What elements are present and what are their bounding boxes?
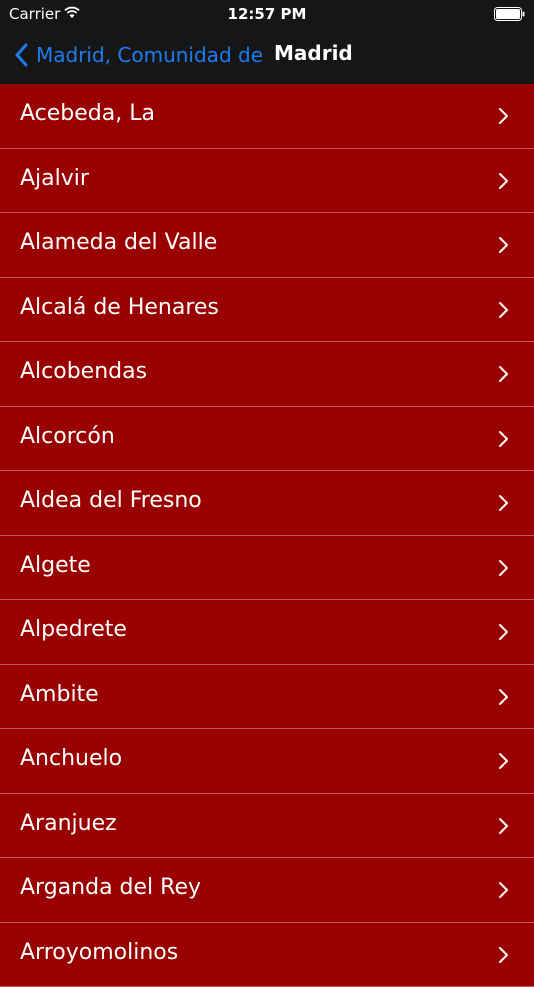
chevron-right-icon [498, 364, 509, 389]
list-item[interactable]: Alcalá de Henares [0, 278, 534, 343]
list-item-label: Algete [20, 553, 91, 578]
back-button[interactable]: Madrid, Comunidad de [14, 40, 263, 70]
list-item[interactable]: Ajalvir [0, 149, 534, 214]
list-item-label: Aldea del Fresno [20, 488, 202, 513]
chevron-right-icon [498, 751, 509, 776]
navigation-bar: Madrid, Comunidad de Madrid [0, 28, 534, 84]
list-item[interactable]: Arganda del Rey [0, 858, 534, 923]
chevron-right-icon [498, 945, 509, 970]
chevron-right-icon [498, 171, 509, 196]
chevron-left-icon [14, 43, 28, 67]
chevron-right-icon [498, 558, 509, 583]
list-item[interactable]: Alpedrete [0, 600, 534, 665]
list-item[interactable]: Alameda del Valle [0, 213, 534, 278]
page-title: Madrid [274, 41, 353, 65]
chevron-right-icon [498, 622, 509, 647]
chevron-right-icon [498, 687, 509, 712]
chevron-right-icon [498, 300, 509, 325]
list-item-label: Arganda del Rey [20, 875, 201, 900]
chevron-right-icon [498, 106, 509, 131]
battery-icon [494, 7, 526, 25]
list-item[interactable]: Acebeda, La [0, 84, 534, 149]
list-item[interactable]: Aldea del Fresno [0, 471, 534, 536]
chevron-right-icon [498, 816, 509, 841]
list-item-label: Alpedrete [20, 617, 127, 642]
back-button-label: Madrid, Comunidad de [36, 43, 263, 67]
list-item-label: Anchuelo [20, 746, 122, 771]
list-item-label: Alameda del Valle [20, 230, 217, 255]
chevron-right-icon [498, 235, 509, 260]
list-item[interactable]: Alcobendas [0, 342, 534, 407]
chevron-right-icon [498, 880, 509, 905]
list-item-label: Acebeda, La [20, 101, 155, 126]
list-item-label: Alcorcón [20, 424, 115, 449]
list-item-label: Arroyomolinos [20, 940, 178, 965]
list-item[interactable]: Algete [0, 536, 534, 601]
list-item-label: Alcalá de Henares [20, 295, 219, 320]
list-item[interactable]: Anchuelo [0, 729, 534, 794]
list-item[interactable]: Arroyomolinos [0, 923, 534, 987]
status-time: 12:57 PM [0, 5, 534, 23]
list-item[interactable]: Alcorcón [0, 407, 534, 472]
status-bar: Carrier 12:57 PM [0, 0, 534, 28]
list-item-label: Ajalvir [20, 166, 89, 191]
list-item-label: Alcobendas [20, 359, 147, 384]
chevron-right-icon [498, 429, 509, 454]
list-item[interactable]: Aranjuez [0, 794, 534, 859]
list-item-label: Aranjuez [20, 811, 117, 836]
municipality-list: Acebeda, La Ajalvir Alameda del Valle Alcal… [0, 84, 534, 987]
list-item-label: Ambite [20, 682, 99, 707]
chevron-right-icon [498, 493, 509, 518]
list-item[interactable]: Ambite [0, 665, 534, 730]
